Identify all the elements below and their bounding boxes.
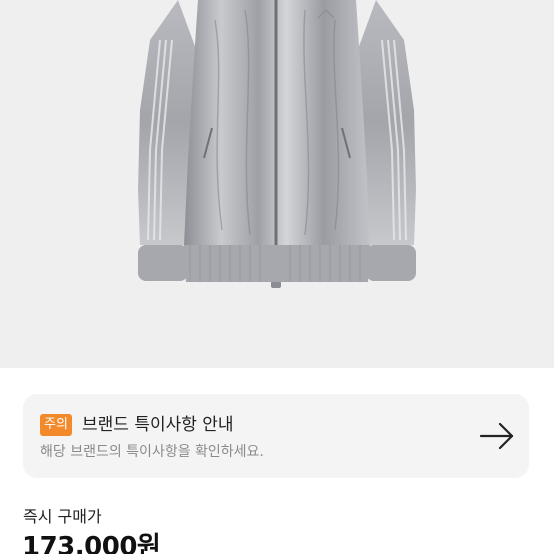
price-value: 173,000원 (22, 532, 161, 554)
notice-title: 브랜드 특이사항 안내 (82, 415, 234, 435)
section-divider (0, 368, 554, 380)
notice-description: 해당 브랜드의 특이사항을 확인하세요. (40, 444, 264, 460)
caution-badge: 주의 (40, 414, 72, 436)
jacket-illustration (138, 0, 416, 288)
price-label: 즉시 구매가 (23, 507, 102, 526)
arrow-right-icon[interactable] (479, 422, 515, 450)
product-image[interactable] (0, 0, 554, 368)
brand-notice-card[interactable]: 주의 브랜드 특이사항 안내 해당 브랜드의 특이사항을 확인하세요. (23, 394, 529, 478)
product-detail-page: 주의 브랜드 특이사항 안내 해당 브랜드의 특이사항을 확인하세요. 즉시 구… (0, 0, 554, 554)
